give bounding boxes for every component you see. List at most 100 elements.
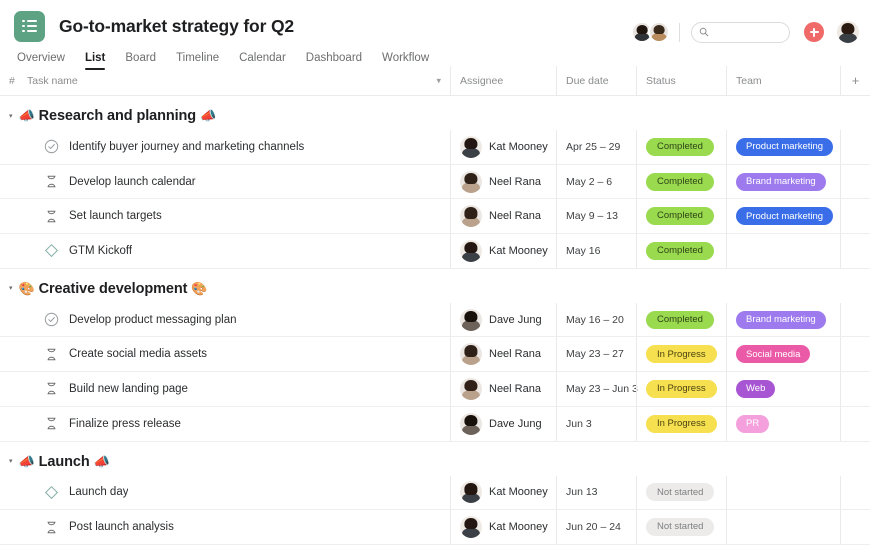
team-cell[interactable] [726, 510, 840, 544]
status-cell[interactable]: Completed [636, 130, 726, 164]
due-date-cell[interactable]: May 23 – Jun 3 [556, 372, 638, 406]
status-badge[interactable]: Completed [646, 172, 714, 191]
avatar[interactable] [460, 343, 482, 366]
assignee-cell[interactable]: Dave Jung [450, 302, 556, 337]
avatar[interactable] [648, 21, 670, 43]
due-date-cell[interactable]: May 23 – 27 [556, 337, 636, 372]
table-row[interactable]: Post launch analysis Kat Mooney Jun 20 – 2… [0, 510, 870, 545]
milestone-diamond-icon[interactable] [44, 485, 59, 500]
section-header-creative-development[interactable]: ▾ 🎨 Creative development 🎨 [0, 275, 870, 303]
team-cell[interactable]: Web [726, 372, 840, 406]
task-name-cell[interactable]: Develop launch calendar [18, 165, 450, 199]
due-date-cell[interactable]: May 2 – 6 [556, 164, 636, 199]
team-cell[interactable]: Product marketing [726, 199, 840, 234]
due-date-cell[interactable]: Jun 20 – 24 [556, 510, 636, 544]
assignee-cell[interactable]: Neel Rana [450, 164, 556, 199]
task-name-cell[interactable]: Post launch analysis [18, 510, 450, 544]
due-date-cell[interactable]: Jun 13 [556, 475, 636, 510]
team-cell[interactable]: Brand marketing [726, 302, 840, 337]
status-cell[interactable]: In Progress [636, 406, 726, 441]
column-header-status[interactable]: Status [636, 66, 726, 95]
status-cell[interactable]: Completed [636, 302, 726, 337]
assignee-cell[interactable]: Kat Mooney [450, 234, 556, 268]
hourglass-icon[interactable] [44, 381, 59, 396]
chevron-down-icon[interactable]: ▾ [436, 75, 441, 86]
hourglass-icon[interactable] [44, 416, 59, 431]
status-badge[interactable]: Completed [646, 310, 714, 329]
avatar[interactable] [460, 481, 482, 504]
current-user-avatar[interactable] [837, 21, 859, 43]
check-circle-icon[interactable] [44, 139, 59, 154]
assignee-cell[interactable]: Kat Mooney [450, 130, 556, 164]
task-name-cell[interactable]: Build new landing page [18, 372, 450, 406]
collapse-caret-icon[interactable]: ▾ [9, 285, 13, 292]
member-avatar-stack[interactable] [631, 21, 670, 43]
team-badge[interactable]: PR [736, 414, 770, 433]
task-name-cell[interactable]: Finalize press release [18, 407, 450, 441]
team-badge[interactable]: Brand marketing [736, 310, 826, 329]
status-cell[interactable]: Completed [636, 199, 726, 234]
due-date-cell[interactable]: Jun 3 [556, 406, 636, 441]
status-badge[interactable]: In Progress [646, 379, 717, 398]
task-name-cell[interactable]: Develop product messaging plan [18, 303, 450, 337]
due-date-cell[interactable]: Apr 25 – 29 [556, 130, 636, 164]
tab-board[interactable]: Board [125, 52, 156, 67]
table-row[interactable]: Develop launch calendar Neel Rana May 2 – … [0, 164, 870, 200]
avatar[interactable] [460, 412, 482, 435]
hourglass-icon[interactable] [44, 174, 59, 189]
table-row[interactable]: Launch day Kat Mooney Jun 13 Not started [0, 475, 870, 511]
assignee-cell[interactable]: Dave Jung [450, 406, 556, 441]
team-cell[interactable]: PR [726, 406, 840, 441]
due-date-cell[interactable]: May 16 – 20 [556, 302, 636, 337]
table-row[interactable]: Finalize press release Dave Jung Jun 3 In P… [0, 406, 870, 442]
hourglass-icon[interactable] [44, 209, 59, 224]
table-row[interactable]: Create social media assets Neel Rana May 2… [0, 337, 870, 373]
column-header-due-date[interactable]: Due date [556, 66, 636, 95]
team-badge[interactable]: Social media [736, 345, 811, 364]
tab-list[interactable]: List [84, 52, 106, 70]
column-header-assignee[interactable]: Assignee [450, 66, 556, 95]
status-badge[interactable]: Not started [646, 483, 715, 502]
avatar[interactable] [460, 377, 482, 400]
section-header-launch[interactable]: ▾ 📣 Launch 📣 [0, 448, 870, 476]
assignee-cell[interactable]: Neel Rana [450, 372, 556, 406]
status-badge[interactable]: Completed [646, 241, 714, 260]
table-row[interactable]: Identify buyer journey and marketing cha… [0, 130, 870, 165]
task-name-cell[interactable]: Identify buyer journey and marketing cha… [18, 130, 450, 164]
status-badge[interactable]: Not started [646, 518, 715, 537]
status-cell[interactable]: In Progress [636, 372, 726, 406]
task-name-cell[interactable]: Launch day [18, 476, 450, 510]
avatar[interactable] [460, 170, 482, 193]
team-badge[interactable]: Product marketing [736, 137, 834, 156]
assignee-cell[interactable]: Kat Mooney [450, 510, 556, 544]
due-date-cell[interactable]: May 16 [556, 234, 636, 268]
table-row[interactable]: Build new landing page Neel Rana May 23 – … [0, 372, 870, 407]
avatar[interactable] [460, 308, 482, 331]
team-badge[interactable]: Product marketing [736, 207, 834, 226]
column-header-task-name[interactable]: Task name ▾ [18, 75, 450, 87]
team-cell[interactable]: Brand marketing [726, 164, 840, 199]
team-cell[interactable]: Social media [726, 337, 840, 372]
task-name-cell[interactable]: GTM Kickoff [18, 234, 450, 268]
status-cell[interactable]: Not started [636, 475, 726, 510]
add-column-button[interactable]: + [840, 66, 870, 95]
add-task-button[interactable] [804, 22, 824, 42]
assignee-cell[interactable]: Neel Rana [450, 199, 556, 234]
avatar[interactable] [460, 135, 482, 158]
due-date-cell[interactable]: May 9 – 13 [556, 199, 636, 234]
team-cell[interactable] [726, 475, 840, 510]
assignee-cell[interactable]: Kat Mooney [450, 475, 556, 510]
status-badge[interactable]: Completed [646, 137, 714, 156]
team-badge[interactable]: Web [736, 379, 776, 398]
section-header-research-and-planning[interactable]: ▾ 📣 Research and planning 📣 [0, 102, 870, 130]
task-name-cell[interactable]: Set launch targets [18, 199, 450, 233]
search-input[interactable] [713, 26, 785, 38]
hourglass-icon[interactable] [44, 347, 59, 362]
tab-workflow[interactable]: Workflow [382, 52, 429, 67]
status-badge[interactable]: Completed [646, 207, 714, 226]
collapse-caret-icon[interactable]: ▾ [9, 113, 13, 120]
column-header-team[interactable]: Team [726, 66, 840, 95]
search-box[interactable] [691, 21, 790, 43]
status-badge[interactable]: In Progress [646, 345, 717, 364]
check-circle-icon[interactable] [44, 312, 59, 327]
